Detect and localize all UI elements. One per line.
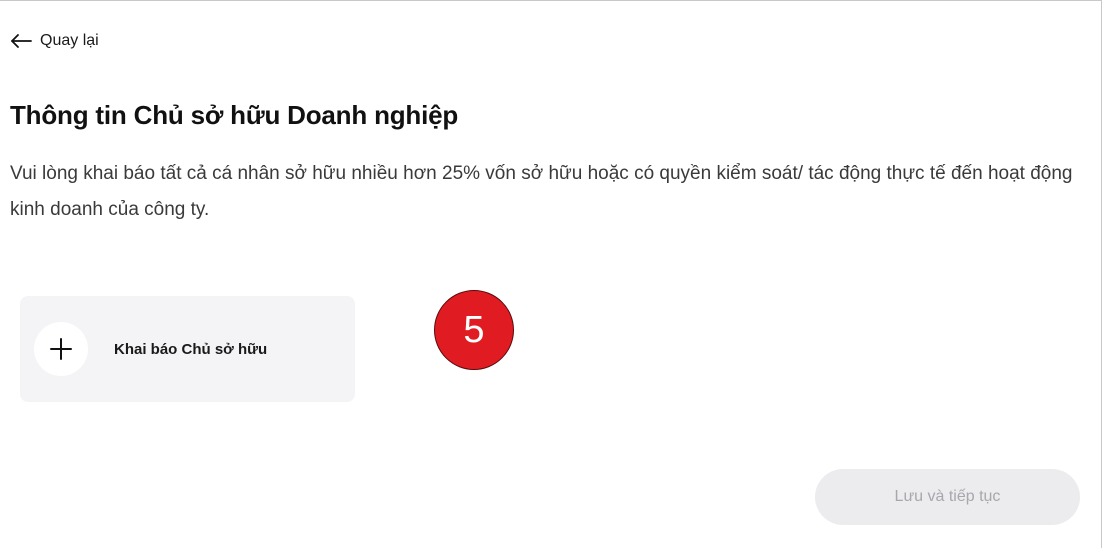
plus-icon — [50, 338, 72, 360]
step-number-badge: 5 — [434, 290, 514, 370]
page-title: Thông tin Chủ sở hữu Doanh nghiệp — [10, 100, 459, 130]
add-owner-label: Khai báo Chủ sở hữu — [114, 340, 268, 358]
page-description: Vui lòng khai báo tất cả cá nhân sở hữu … — [10, 163, 1073, 220]
back-label: Quay lại — [40, 32, 99, 49]
window-frame — [0, 0, 1102, 548]
add-owner-button[interactable]: Khai báo Chủ sở hữu — [20, 296, 355, 402]
save-and-continue-button[interactable]: Lưu và tiếp tục — [815, 469, 1080, 525]
arrow-left-icon — [11, 34, 32, 48]
back-link[interactable]: Quay lại — [10, 32, 99, 50]
plus-circle — [34, 322, 88, 376]
